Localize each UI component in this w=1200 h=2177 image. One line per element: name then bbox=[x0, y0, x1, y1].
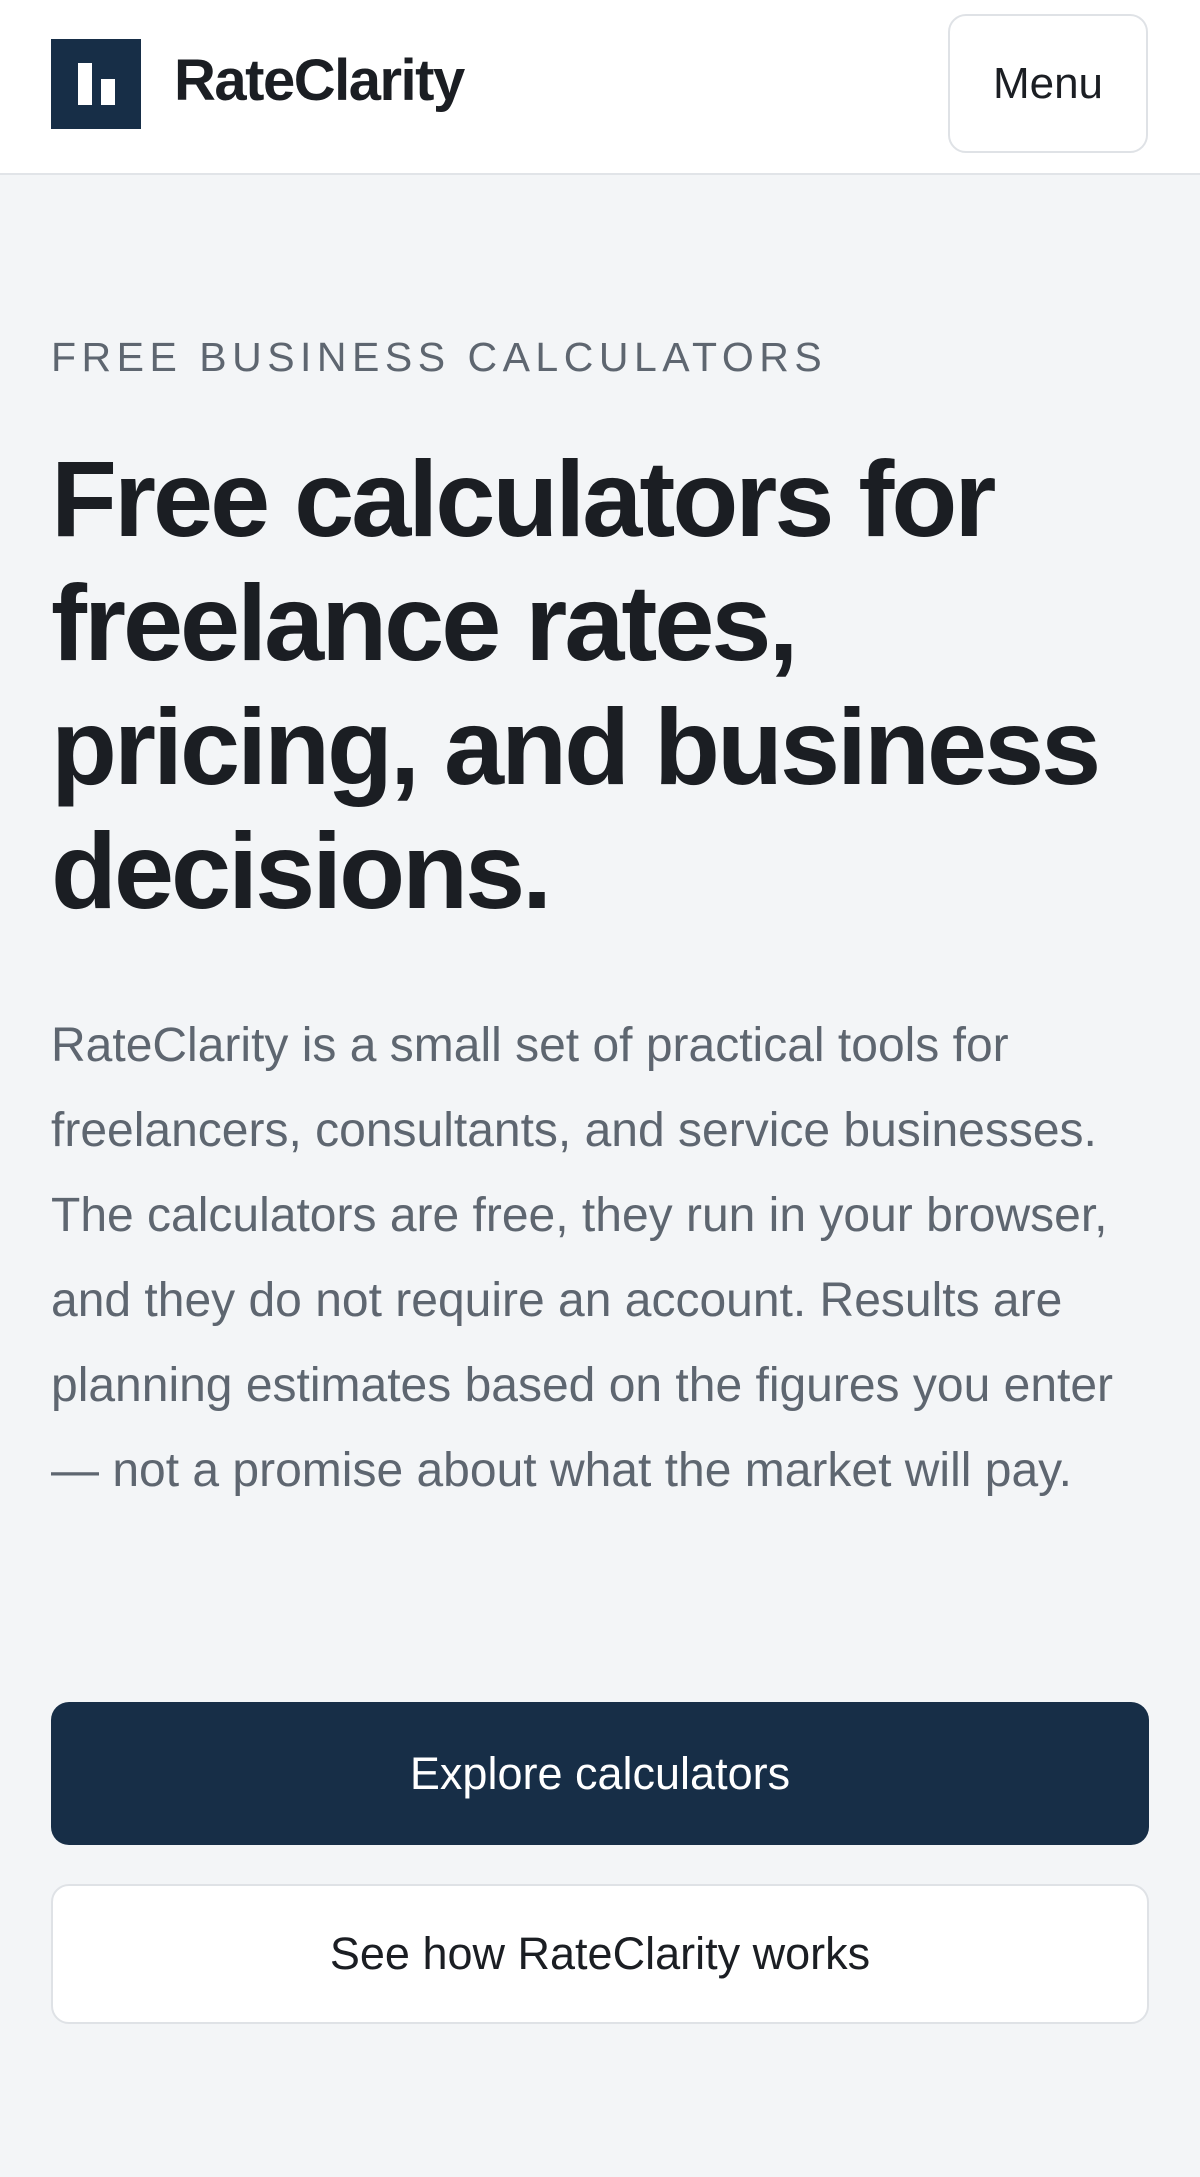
page-title: Free calculators for freelance rates, pr… bbox=[51, 438, 1101, 931]
bar-chart-logo-icon bbox=[51, 39, 141, 129]
eyebrow-label: FREE BUSINESS CALCULATORS bbox=[51, 334, 828, 380]
intro-paragraph: RateClarity is a small set of practical … bbox=[51, 1019, 1114, 1497]
menu-button[interactable]: Menu bbox=[948, 14, 1148, 153]
site-header: RateClarity Menu bbox=[0, 0, 1200, 175]
explore-calculators-button[interactable]: Explore calculators bbox=[51, 1702, 1149, 1845]
how-it-works-button[interactable]: See how RateClarity works bbox=[51, 1884, 1149, 2024]
logo-bar-short bbox=[101, 79, 115, 105]
brand-name[interactable]: RateClarity bbox=[174, 46, 465, 116]
logo-bar-tall bbox=[78, 63, 92, 105]
